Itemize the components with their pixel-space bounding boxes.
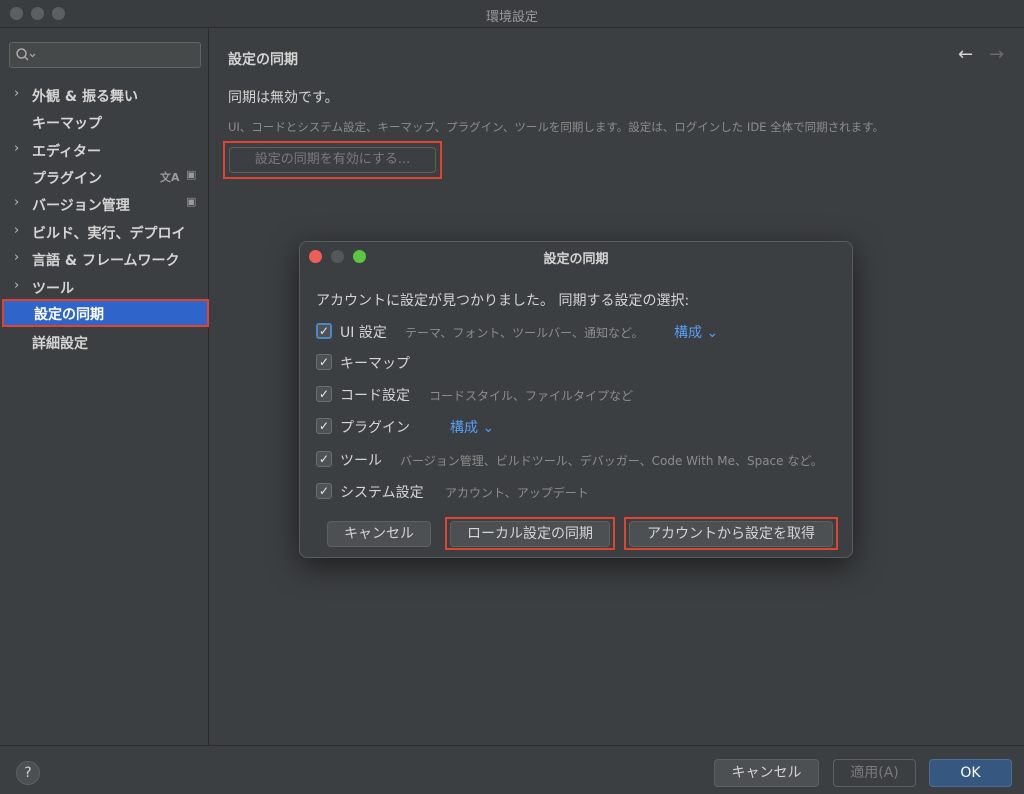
sync-description: UI、コードとシステム設定、キーマップ、プラグイン、ツールを同期します。設定は、… — [228, 120, 884, 134]
sidebar-item-label: キーマップ — [32, 116, 102, 132]
sidebar-item-label: 設定の同期 — [34, 307, 104, 323]
project-settings-icon: ▣ — [186, 168, 197, 181]
dialog-heading: アカウントに設定が見つかりました。 同期する設定の選択: — [316, 293, 690, 309]
dialog-title: 設定の同期 — [543, 252, 609, 267]
keymap-checkbox[interactable]: ✓ — [316, 354, 332, 370]
sidebar-item-build-run-deploy[interactable]: › ビルド、実行、デプロイ — [0, 218, 209, 245]
sync-option-system-settings: ✓ システム設定 アカウント、アップデート — [316, 481, 836, 503]
option-name: キーマップ — [340, 356, 410, 372]
ui-settings-checkbox[interactable]: ✓ — [316, 323, 332, 339]
back-arrow-icon[interactable]: ← — [958, 44, 973, 65]
sidebar-item-label: 言語 & フレームワーク — [32, 253, 180, 269]
option-name: ツール — [340, 453, 382, 469]
sidebar-item-languages-frameworks[interactable]: › 言語 & フレームワーク — [0, 245, 209, 272]
chevron-right-icon: › — [14, 141, 20, 156]
dialog-cancel-button[interactable]: キャンセル — [327, 521, 431, 547]
chevron-right-icon: › — [14, 250, 20, 265]
sync-status-text: 同期は無効です。 — [228, 90, 339, 106]
code-settings-checkbox[interactable]: ✓ — [316, 386, 332, 402]
help-button[interactable]: ? — [16, 761, 40, 785]
settings-sidebar: › 外観 & 振る舞い キーマップ › エディター プラグイン 文A ▣ › バ… — [0, 28, 209, 745]
configure-link[interactable]: 構成 ⌄ — [674, 322, 718, 342]
sidebar-item-label: 詳細設定 — [32, 336, 88, 352]
page-title: 設定の同期 — [228, 52, 298, 68]
apply-button[interactable]: 適用(A) — [833, 759, 916, 787]
sidebar-item-label: エディター — [32, 144, 102, 160]
settings-footer: ? キャンセル 適用(A) OK — [0, 745, 1024, 794]
sidebar-item-version-control[interactable]: › バージョン管理 ▣ — [0, 190, 209, 217]
window-titlebar: 環境設定 — [0, 0, 1024, 28]
sidebar-item-appearance[interactable]: › 外観 & 振る舞い — [0, 81, 209, 108]
forward-arrow-icon[interactable]: → — [989, 44, 1004, 65]
project-settings-icon: ▣ — [186, 195, 197, 208]
highlight-box: 設定の同期を有効にする... — [223, 141, 442, 179]
translate-icon: 文A — [160, 171, 180, 184]
plugins-checkbox[interactable]: ✓ — [316, 418, 332, 434]
sync-option-tools: ✓ ツール バージョン管理、ビルドツール、デバッガー、Code With Me、… — [316, 449, 846, 471]
window-title: 環境設定 — [485, 10, 538, 25]
sidebar-item-label: プラグイン — [32, 171, 102, 187]
settings-sync-dialog: 設定の同期 アカウントに設定が見つかりました。 同期する設定の選択: ✓ UI … — [299, 241, 853, 558]
chevron-right-icon: › — [14, 195, 20, 210]
enable-sync-button[interactable]: 設定の同期を有効にする... — [229, 147, 436, 173]
sync-option-code-settings: ✓ コード設定 コードスタイル、ファイルタイプなど — [316, 384, 836, 406]
ok-button[interactable]: OK — [929, 759, 1012, 787]
search-input[interactable] — [9, 42, 201, 68]
option-hint: アカウント、アップデート — [445, 486, 589, 500]
sync-option-ui-settings: ✓ UI 設定 テーマ、フォント、ツールバー、通知など。 構成 ⌄ — [316, 321, 836, 343]
sync-option-plugins: ✓ プラグイン 構成 ⌄ — [316, 416, 836, 438]
cancel-button[interactable]: キャンセル — [714, 759, 819, 787]
configure-link[interactable]: 構成 ⌄ — [450, 417, 494, 437]
option-name: UI 設定 — [340, 325, 387, 341]
sidebar-item-keymap[interactable]: キーマップ — [0, 108, 209, 135]
sidebar-item-editor[interactable]: › エディター — [0, 136, 209, 163]
sidebar-item-label: ビルド、実行、デプロイ — [32, 226, 186, 242]
option-hint: コードスタイル、ファイルタイプなど — [429, 389, 634, 403]
tools-checkbox[interactable]: ✓ — [316, 451, 332, 467]
chevron-right-icon: › — [14, 278, 20, 293]
sidebar-item-settings-sync[interactable]: 設定の同期 — [2, 299, 209, 327]
sidebar-item-tools[interactable]: › ツール — [0, 273, 209, 300]
chevron-right-icon: › — [14, 223, 20, 238]
option-hint: バージョン管理、ビルドツール、デバッガー、Code With Me、Space … — [400, 454, 823, 468]
system-settings-checkbox[interactable]: ✓ — [316, 483, 332, 499]
chevron-right-icon: › — [14, 86, 20, 101]
option-hint: テーマ、フォント、ツールバー、通知など。 — [405, 326, 644, 340]
sidebar-item-advanced-settings[interactable]: 詳細設定 — [0, 328, 209, 355]
option-name: コード設定 — [340, 388, 410, 404]
highlight-box: ローカル設定の同期 — [445, 517, 615, 550]
sidebar-item-plugins[interactable]: プラグイン 文A ▣ — [0, 163, 209, 190]
option-name: プラグイン — [340, 420, 410, 436]
option-name: システム設定 — [340, 485, 424, 501]
sidebar-item-label: バージョン管理 — [32, 198, 130, 214]
sync-option-keymap: ✓ キーマップ — [316, 352, 836, 374]
sync-local-settings-button[interactable]: ローカル設定の同期 — [450, 521, 610, 547]
highlight-box: アカウントから設定を取得 — [624, 517, 838, 550]
sidebar-item-label: 外観 & 振る舞い — [32, 89, 138, 105]
search-icon — [16, 48, 36, 61]
get-settings-from-account-button[interactable]: アカウントから設定を取得 — [629, 521, 833, 547]
sidebar-item-label: ツール — [32, 281, 74, 297]
